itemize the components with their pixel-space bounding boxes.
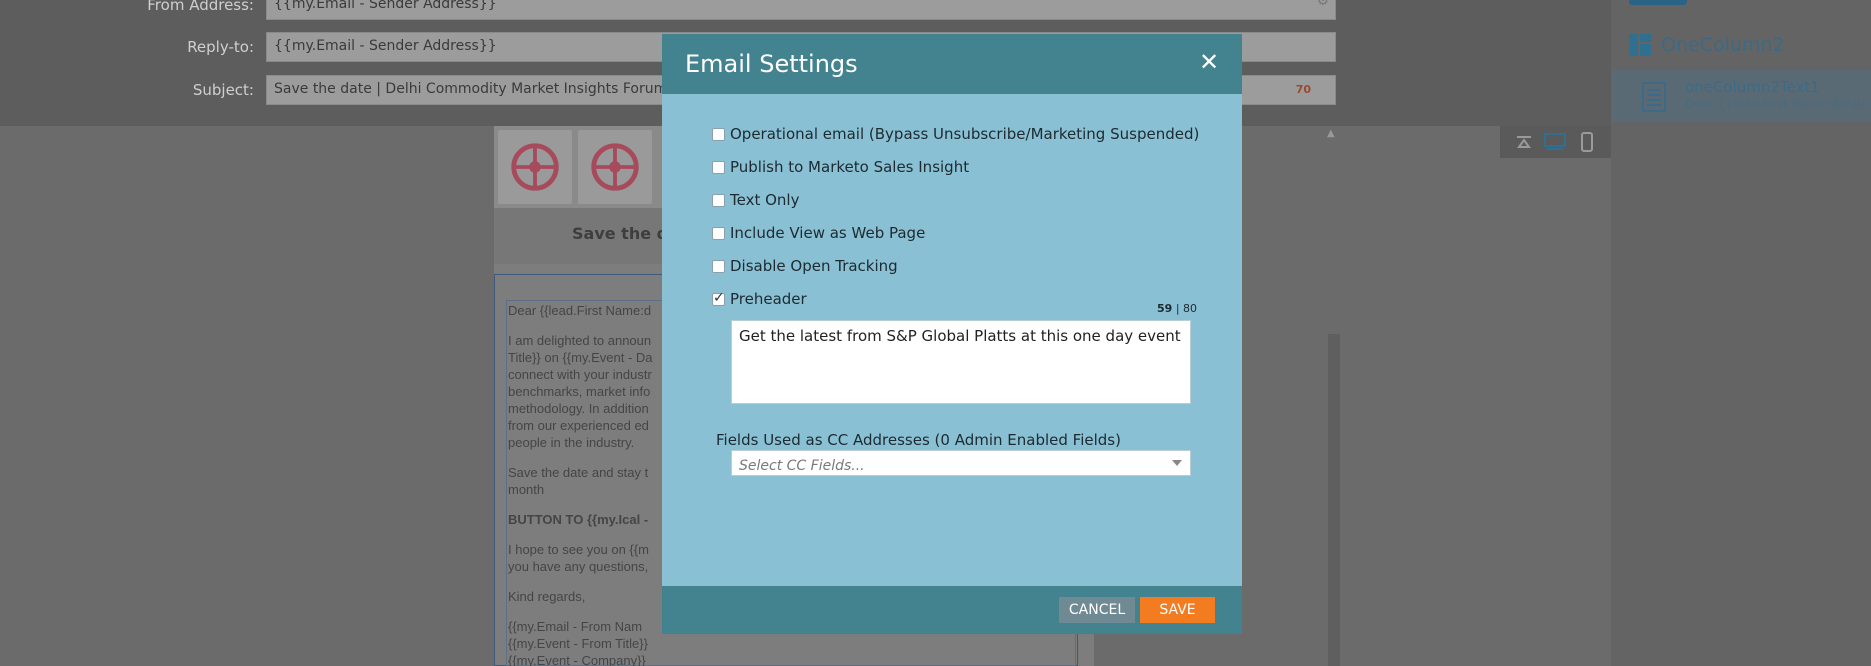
module-label: OneColumn2 [1661,34,1785,56]
dialog-footer: CANCEL SAVE [662,586,1242,634]
hero-image[interactable] [494,126,662,208]
dialog-header: Email Settings ✕ [662,34,1242,94]
from-address-label: From Address: [147,0,254,14]
option-label: Operational email (Bypass Unsubscribe/Ma… [730,125,1200,143]
panel-top-button[interactable] [1629,0,1687,5]
preheader-checkbox[interactable] [712,290,725,306]
view-as-web-page-checkbox[interactable] [712,226,725,240]
dialog-title: Email Settings [685,50,858,78]
option-label: Text Only [730,191,800,209]
email-settings-dialog: Email Settings ✕ Operational email (Bypa… [662,34,1242,634]
option-label: Publish to Marketo Sales Insight [730,158,970,176]
publish-sales-insight-checkbox[interactable] [712,160,725,174]
option-disable-open-tracking[interactable]: Disable Open Tracking [712,257,898,275]
subject-label: Subject: [192,81,254,99]
option-publish-sales-insight[interactable]: Publish to Marketo Sales Insight [712,158,969,176]
valve-image [578,130,652,204]
cancel-button[interactable]: CANCEL [1059,597,1135,623]
option-view-as-web-page[interactable]: Include View as Web Page [712,224,925,242]
from-address-row: From Address: {{my.Email - Sender Addres… [0,0,1336,20]
body-paragraph: I am delighted to announ Title}} on {{my… [508,333,653,450]
save-button[interactable]: SAVE [1140,597,1215,623]
text-only-checkbox[interactable] [712,193,725,207]
option-label: Include View as Web Page [730,224,926,242]
operational-email-checkbox[interactable] [712,127,725,141]
option-label: Disable Open Tracking [730,257,898,275]
collapse-top-icon[interactable] [1513,131,1535,153]
body-paragraph: Dear {{lead.First Name:d [508,303,652,318]
layout-column-icon [1629,34,1651,56]
desktop-icon[interactable] [1544,131,1567,153]
from-address-value: {{my.Email - Sender Address}} [274,0,497,12]
option-text-only[interactable]: Text Only [712,191,799,209]
email-body-text: Dear {{lead.First Name:d I am delighted … [508,302,688,666]
text-document-icon [1642,82,1666,112]
disable-open-tracking-checkbox[interactable] [712,259,725,273]
view-toolbar [1500,126,1611,158]
mobile-icon[interactable] [1576,131,1598,153]
scroll-up-icon[interactable]: ▲ [1327,128,1335,139]
scrollbar[interactable] [1328,334,1340,666]
reply-to-row: Reply-to: {{my.Email - Sender Address}} [0,32,1336,62]
valve-image [498,130,572,204]
body-paragraph: BUTTON TO {{my.Ical - [508,512,649,527]
option-label: Preheader [730,290,807,308]
option-operational-email[interactable]: Operational email (Bypass Unsubscribe/Ma… [712,125,1199,143]
cc-fields-label: Fields Used as CC Addresses (0 Admin Ena… [716,431,1121,449]
subject-char-count: 70 [1295,83,1311,96]
preheader-char-counter: 59 | 80 [1157,302,1197,315]
module-onecolumn2[interactable]: OneColumn2 [1629,34,1785,56]
subject-row: Subject: Save the date | Delhi Commodity… [0,75,1336,105]
body-paragraph: Save the date and stay t month [508,465,649,497]
modules-panel: OneColumn2 oneColumn2Text1 Dear {{lead.F… [1611,0,1871,666]
preheader-value: Get the latest from S&P Global Platts at… [739,327,1181,345]
chevron-down-icon[interactable] [1172,460,1182,466]
body-signature: {{my.Email - From Nam {{my.Event - From … [508,619,648,666]
module-item-title: oneColumn2Text1 [1685,78,1820,96]
reply-to-value: {{my.Email - Sender Address}} [274,38,497,54]
token-icon[interactable]: ⚙ [1316,0,1329,9]
module-item-subtitle: Dear {{lead.First Name:defau... [1685,97,1871,111]
subject-value: Save the date | Delhi Commodity Market I… [274,81,690,97]
cc-fields-placeholder: Select CC Fields... [739,458,865,474]
cc-fields-select[interactable]: Select CC Fields... [731,450,1191,476]
body-paragraph: Kind regards, [508,589,586,604]
from-address-input[interactable]: {{my.Email - Sender Address}} ⚙ [266,0,1336,20]
preheader-count: 59 [1157,302,1173,315]
counter-separator: | [1175,302,1180,315]
body-paragraph: I hope to see you on {{m you have any qu… [508,542,649,574]
preheader-max: 80 [1183,302,1198,315]
option-preheader[interactable]: Preheader [712,290,807,308]
reply-to-label: Reply-to: [187,38,254,56]
close-icon[interactable]: ✕ [1198,50,1220,74]
preheader-textarea[interactable]: Get the latest from S&P Global Platts at… [731,320,1191,404]
